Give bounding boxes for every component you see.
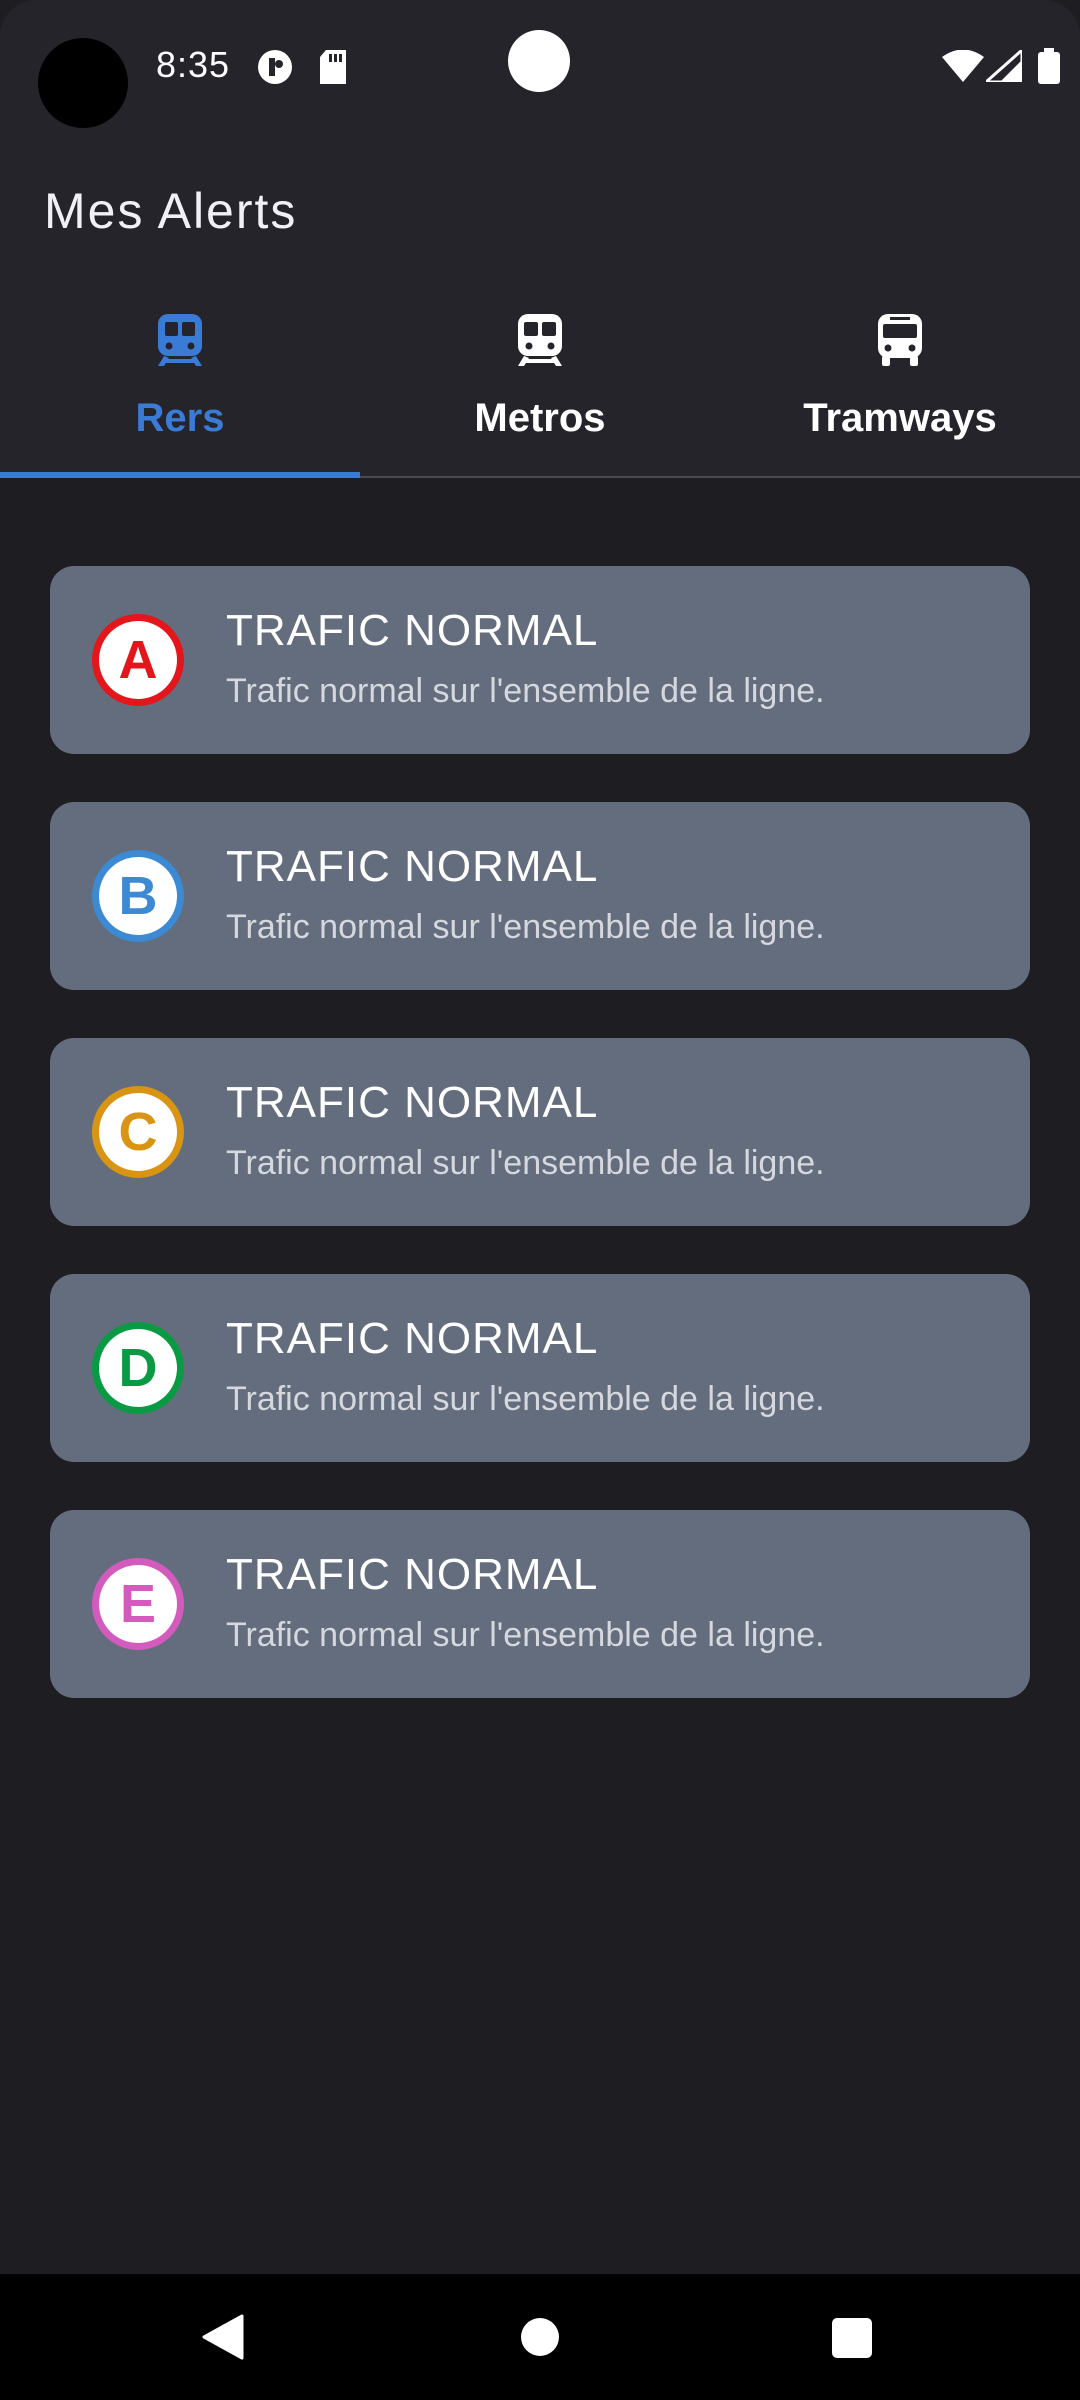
alert-title: TRAFIC NORMAL xyxy=(226,1550,599,1599)
line-c-badge: C xyxy=(92,1086,184,1178)
data-saver-icon xyxy=(258,50,292,84)
page-title: Mes Alerts xyxy=(44,183,298,239)
tab-bar: Rers Metros Tramways xyxy=(0,280,1080,478)
alert-list: A TRAFIC NORMAL Trafic normal sur l'ense… xyxy=(50,566,1030,1746)
system-nav-bar xyxy=(0,2274,1080,2400)
recents-icon[interactable] xyxy=(832,2318,872,2358)
alert-title: TRAFIC NORMAL xyxy=(226,606,599,655)
line-e-badge: E xyxy=(92,1558,184,1650)
camera-cutout xyxy=(38,38,128,128)
home-icon[interactable] xyxy=(521,2318,559,2356)
tab-rers[interactable]: Rers xyxy=(0,280,360,478)
tram-icon xyxy=(878,314,922,366)
alert-card-e[interactable]: E TRAFIC NORMAL Trafic normal sur l'ense… xyxy=(50,1510,1030,1698)
screen: 8:35 Mes Alerts Rers Metros Tramways A T… xyxy=(0,0,1080,2400)
tab-metros[interactable]: Metros xyxy=(360,280,720,476)
metro-icon xyxy=(518,314,562,366)
alert-message: Trafic normal sur l'ensemble de la ligne… xyxy=(226,672,825,710)
front-camera xyxy=(508,30,570,92)
wifi-icon xyxy=(942,50,984,82)
sd-card-icon xyxy=(320,50,346,84)
alert-title: TRAFIC NORMAL xyxy=(226,1314,599,1363)
alert-message: Trafic normal sur l'ensemble de la ligne… xyxy=(226,908,825,946)
line-b-badge: B xyxy=(92,850,184,942)
alert-card-a[interactable]: A TRAFIC NORMAL Trafic normal sur l'ense… xyxy=(50,566,1030,754)
alert-title: TRAFIC NORMAL xyxy=(226,842,599,891)
tab-label: Metros xyxy=(474,396,606,440)
alert-message: Trafic normal sur l'ensemble de la ligne… xyxy=(226,1144,825,1182)
alert-message: Trafic normal sur l'ensemble de la ligne… xyxy=(226,1616,825,1654)
signal-icon xyxy=(986,50,1022,82)
alert-card-b[interactable]: B TRAFIC NORMAL Trafic normal sur l'ense… xyxy=(50,802,1030,990)
battery-icon xyxy=(1038,48,1060,84)
back-icon[interactable] xyxy=(202,2314,244,2360)
alert-card-c[interactable]: C TRAFIC NORMAL Trafic normal sur l'ense… xyxy=(50,1038,1030,1226)
status-bar: 8:35 xyxy=(0,0,1080,140)
alert-title: TRAFIC NORMAL xyxy=(226,1078,599,1127)
tab-label: Tramways xyxy=(803,396,997,440)
tab-label: Rers xyxy=(135,396,225,440)
line-a-badge: A xyxy=(92,614,184,706)
train-icon xyxy=(158,314,202,366)
app-bar: Mes Alerts xyxy=(0,140,1080,280)
alert-card-d[interactable]: D TRAFIC NORMAL Trafic normal sur l'ense… xyxy=(50,1274,1030,1462)
status-time: 8:35 xyxy=(156,44,231,85)
tab-tramways[interactable]: Tramways xyxy=(720,280,1080,476)
tab-indicator xyxy=(0,472,360,478)
alert-message: Trafic normal sur l'ensemble de la ligne… xyxy=(226,1380,825,1418)
line-d-badge: D xyxy=(92,1322,184,1414)
